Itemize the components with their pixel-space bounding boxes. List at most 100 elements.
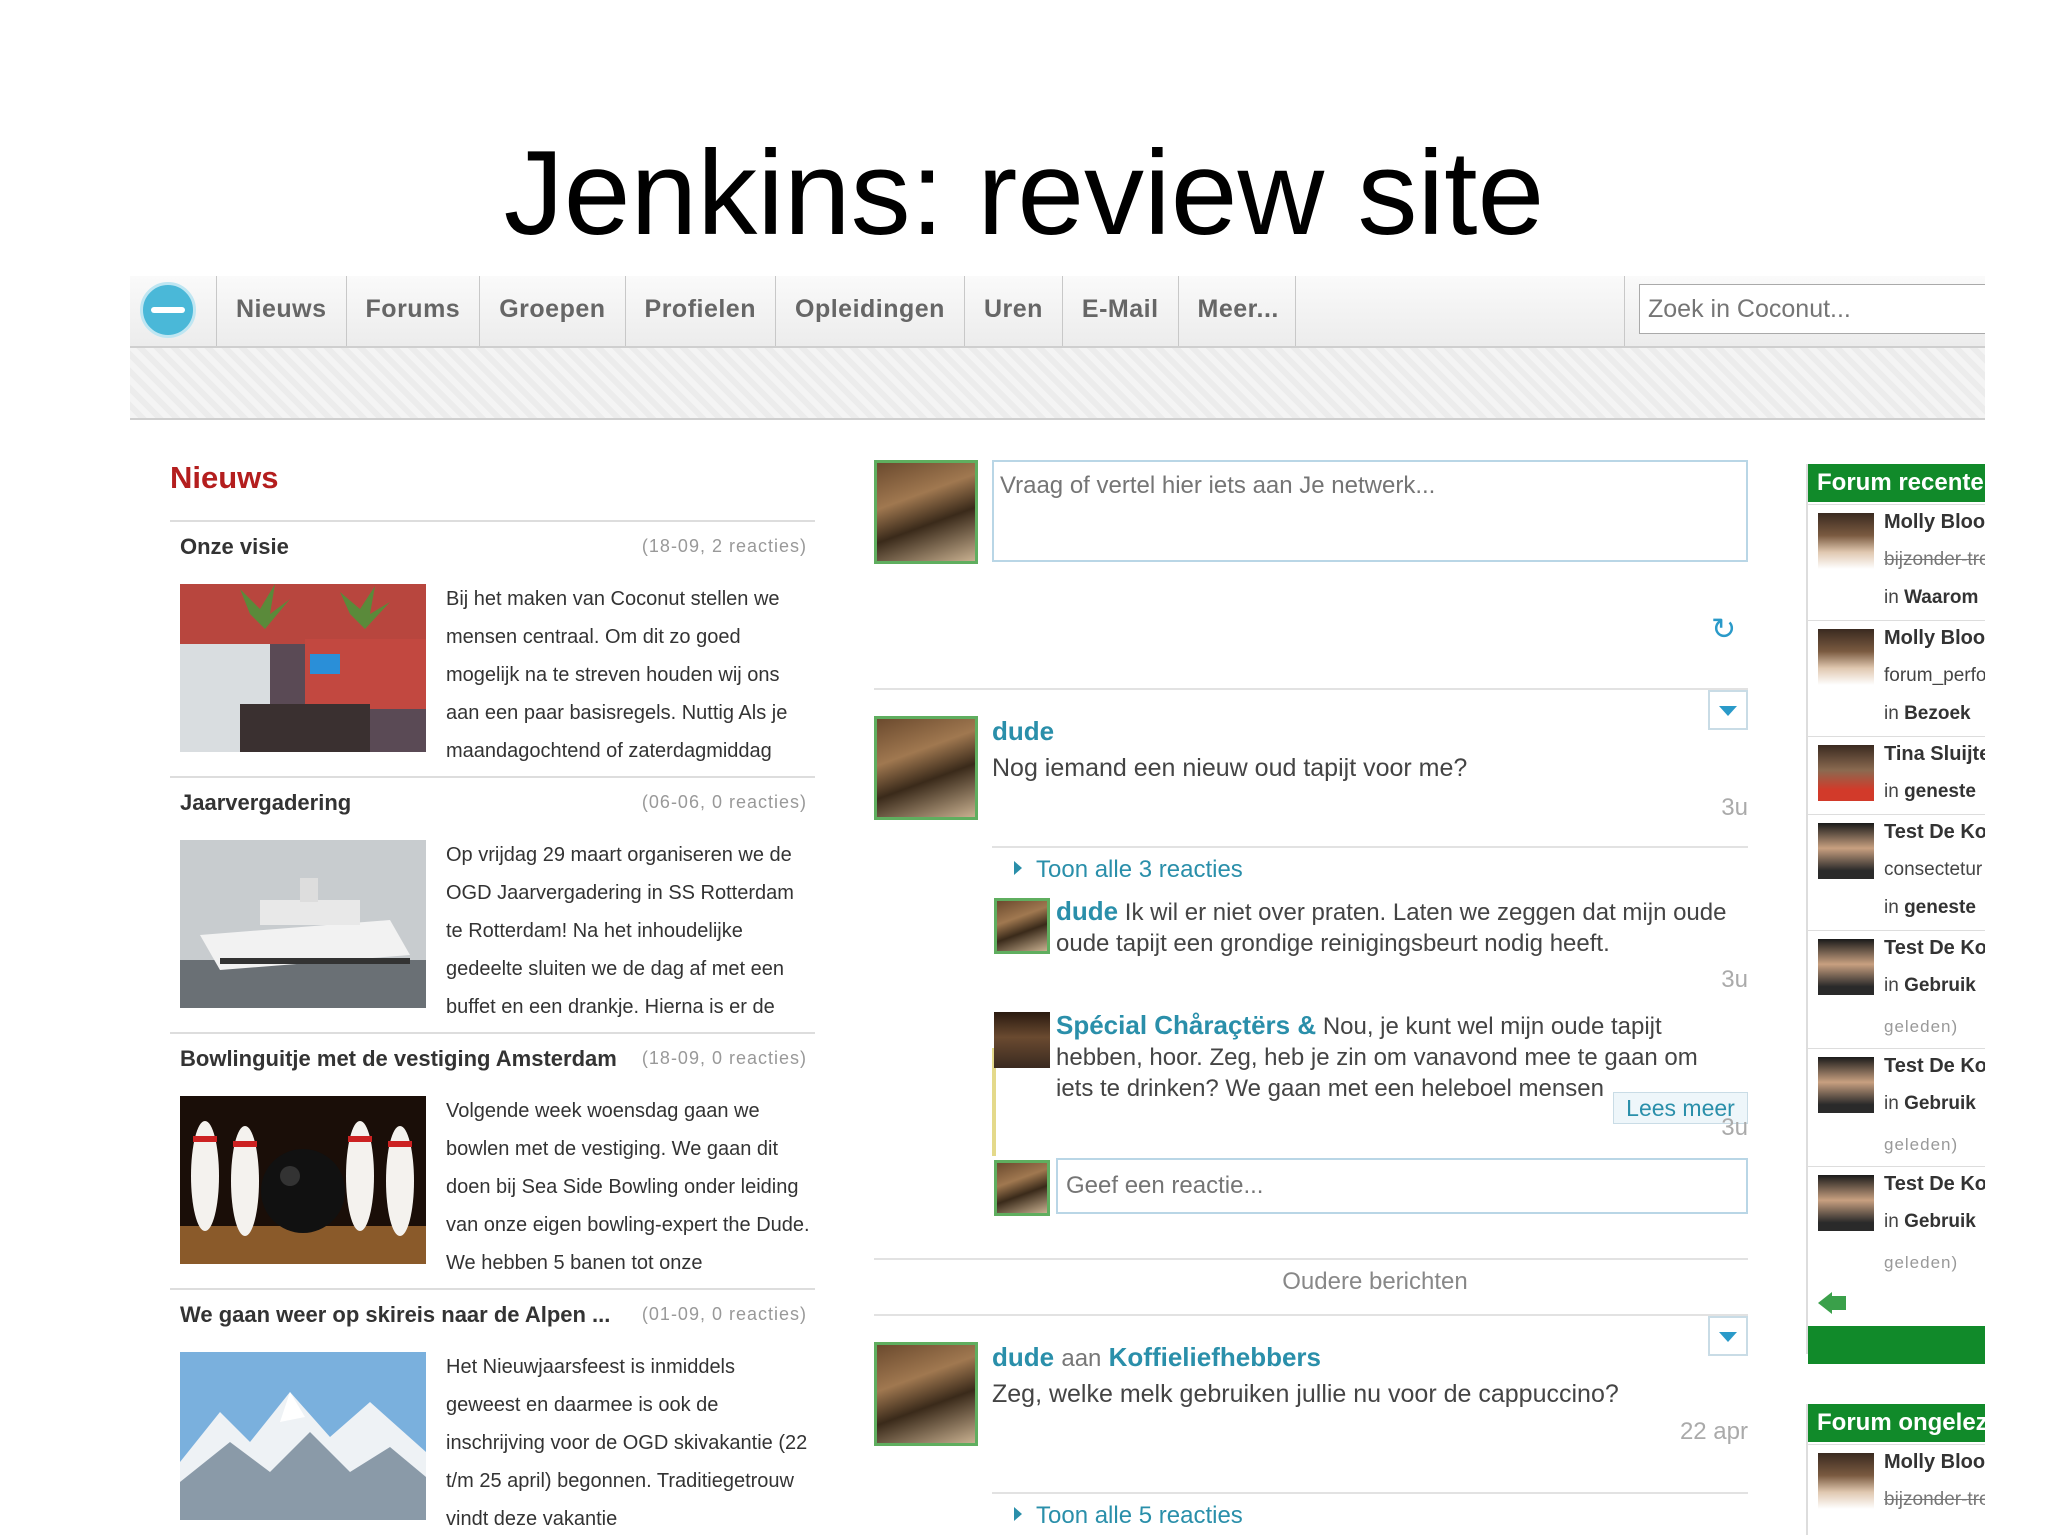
arrow-left-icon-tail — [1832, 1296, 1846, 1310]
news-item-meta: (18-09, 0 reacties) — [641, 1048, 807, 1068]
post-header: dude aan Koffieliefhebbers — [992, 1342, 1321, 1373]
refresh-icon[interactable]: ↻ — [1711, 615, 1739, 645]
forum-entry[interactable]: Molly Bloo bijzonder-tre — [1808, 1444, 1985, 1535]
forum-recent-title: Forum recente — [1808, 464, 1985, 502]
top-nav: Nieuws Forums Groepen Profielen Opleidin… — [130, 276, 1985, 348]
caret-right-icon — [1014, 1507, 1022, 1521]
show-replies-label: Toon alle 3 reacties — [1036, 856, 1243, 883]
forum-entry[interactable]: Tina Sluijte in geneste — [1808, 736, 1985, 815]
forum-entry[interactable]: Test De Ko in Gebruik geleden) — [1808, 1166, 1985, 1285]
forum-entry-author[interactable]: Test De Ko — [1884, 1173, 1985, 1196]
nav-item-meer[interactable]: Meer... — [1177, 276, 1296, 346]
chevron-down-icon[interactable] — [1708, 690, 1748, 730]
nav-item-groepen[interactable]: Groepen — [479, 276, 624, 346]
news-image-mountains[interactable] — [180, 1352, 426, 1520]
news-item[interactable]: We gaan weer op skireis naar de Alpen ..… — [170, 1288, 815, 1535]
forum-entry-author[interactable]: Test De Ko — [1884, 937, 1985, 960]
news-item-text: Op vrijdag 29 maart organiseren we de OG… — [446, 844, 794, 1018]
forum-entry-author[interactable]: Molly Bloo — [1884, 1451, 1985, 1474]
forum-entry-author[interactable]: Test De Ko — [1884, 821, 1985, 844]
news-item[interactable]: Jaarvergadering (06-06, 0 reacties) Op v… — [170, 776, 815, 1030]
news-item[interactable]: Onze visie (18-09, 2 reacties) Bij het m… — [170, 520, 815, 774]
news-item-text: Het Nieuwjaarsfeest is inmiddels geweest… — [446, 1356, 808, 1530]
avatar — [1818, 1453, 1874, 1509]
post-author-avatar[interactable] — [874, 1342, 978, 1446]
news-image-bowling[interactable] — [180, 1096, 426, 1264]
nav-item-email[interactable]: E-Mail — [1061, 276, 1178, 346]
forum-entry[interactable]: Molly Bloo bijzonder-tre in Waarom — [1808, 504, 1985, 621]
reply-avatar[interactable] — [994, 898, 1050, 954]
forum-entry[interactable]: Test De Ko in Gebruik geleden) — [1808, 1048, 1985, 1167]
avatar — [1818, 629, 1874, 685]
user-avatar[interactable] — [874, 460, 978, 564]
nav-item-uren[interactable]: Uren — [963, 276, 1062, 346]
reply-avatar[interactable] — [994, 1012, 1050, 1068]
banner-strip — [130, 348, 1985, 420]
forum-entry-snippet: forum_perfo — [1884, 665, 1985, 686]
forum-entry-time: geleden) — [1884, 1017, 1959, 1036]
divider — [874, 1314, 1748, 1316]
post-author[interactable]: dude — [992, 1342, 1054, 1372]
show-replies-label: Toon alle 5 reacties — [1036, 1502, 1243, 1529]
nav-item-nieuws[interactable]: Nieuws — [216, 276, 346, 346]
coconut-logo[interactable] — [140, 282, 196, 338]
post-time: 3u — [1721, 794, 1748, 821]
forum-entry-time: geleden) — [1884, 1253, 1959, 1272]
divider — [992, 1492, 1748, 1494]
commenter-avatar — [994, 1160, 1050, 1216]
news-item-title[interactable]: Onze visie — [180, 534, 289, 560]
forum-entry-topic[interactable]: Gebruik — [1904, 1093, 1976, 1114]
news-item-text: Volgende week woensdag gaan we bowlen me… — [446, 1100, 810, 1274]
post-author[interactable]: dude — [992, 716, 1054, 747]
forum-entry-author[interactable]: Test De Ko — [1884, 1055, 1985, 1078]
post-group[interactable]: Koffieliefhebbers — [1109, 1342, 1321, 1372]
forum-entry-topic[interactable]: Bezoek — [1904, 703, 1971, 724]
slide-title: Jenkins: review site — [503, 126, 1545, 260]
arrow-left-icon[interactable] — [1818, 1292, 1832, 1314]
forum-entry-topic[interactable]: Gebruik — [1904, 1211, 1976, 1232]
post-author-avatar[interactable] — [874, 716, 978, 820]
avatar — [1818, 513, 1874, 569]
reply-author[interactable]: dude — [1056, 896, 1118, 926]
forum-entry-topic[interactable]: geneste — [1904, 897, 1976, 918]
reply-author[interactable]: Spécial Chåraçtërs & — [1056, 1010, 1316, 1040]
news-item-title[interactable]: Jaarvergadering — [180, 790, 351, 816]
nav-item-profielen[interactable]: Profielen — [624, 276, 775, 346]
nav-item-forums[interactable]: Forums — [345, 276, 480, 346]
news-item-meta: (18-09, 2 reacties) — [641, 536, 807, 556]
forum-entry-topic[interactable]: geneste — [1904, 781, 1976, 802]
status-input[interactable] — [992, 460, 1748, 562]
news-item[interactable]: Bowlinguitje met de vestiging Amsterdam … — [170, 1032, 815, 1286]
show-replies-toggle[interactable]: Toon alle 3 reacties — [1014, 856, 1243, 884]
older-posts-link[interactable]: Oudere berichten — [1002, 1268, 1748, 1296]
news-item-meta: (06-06, 0 reacties) — [641, 792, 807, 812]
forum-entry-topic[interactable]: Waarom — [1904, 587, 1978, 608]
forum-entry-author[interactable]: Molly Bloo — [1884, 627, 1985, 650]
nav-item-opleidingen[interactable]: Opleidingen — [775, 276, 964, 346]
forum-entry[interactable]: Test De Ko consectetur in geneste — [1808, 814, 1985, 931]
forum-entry-topic[interactable]: Gebruik — [1904, 975, 1976, 996]
divider — [992, 846, 1748, 848]
show-replies-toggle[interactable]: Toon alle 5 reacties — [1014, 1502, 1243, 1530]
forum-entry-location: in Gebruik — [1884, 1211, 1976, 1232]
forum-panel-footer — [1808, 1326, 1985, 1364]
screenshot-frame: Nieuws Forums Groepen Profielen Opleidin… — [130, 276, 1985, 1535]
news-image-ship[interactable] — [180, 840, 426, 1008]
reply-input[interactable] — [1056, 1158, 1748, 1214]
forum-entry[interactable]: Test De Ko in Gebruik geleden) — [1808, 930, 1985, 1049]
forum-entry[interactable]: Molly Bloo forum_perfo in Bezoek — [1808, 620, 1985, 737]
reply-time: 3u — [1721, 1114, 1748, 1141]
forum-unread-panel: Forum ongelez Molly Bloo bijzonder-tre — [1806, 1404, 1985, 1535]
news-image-booth[interactable] — [180, 584, 426, 752]
news-item-meta: (01-09, 0 reacties) — [641, 1304, 807, 1324]
chevron-down-icon[interactable] — [1708, 1316, 1748, 1356]
forum-entry-author[interactable]: Molly Bloo — [1884, 511, 1985, 534]
news-item-title[interactable]: Bowlinguitje met de vestiging Amsterdam — [180, 1046, 617, 1072]
reply-text: Ik wil er niet over praten. Laten we zeg… — [1056, 899, 1727, 957]
search-input[interactable] — [1639, 284, 1985, 334]
divider — [874, 688, 1748, 690]
forum-entry-location: in Bezoek — [1884, 703, 1971, 724]
news-item-title[interactable]: We gaan weer op skireis naar de Alpen ..… — [180, 1302, 610, 1328]
forum-entry-author[interactable]: Tina Sluijte — [1884, 743, 1985, 766]
forum-entry-snippet: bijzonder-tre — [1884, 1489, 1985, 1510]
